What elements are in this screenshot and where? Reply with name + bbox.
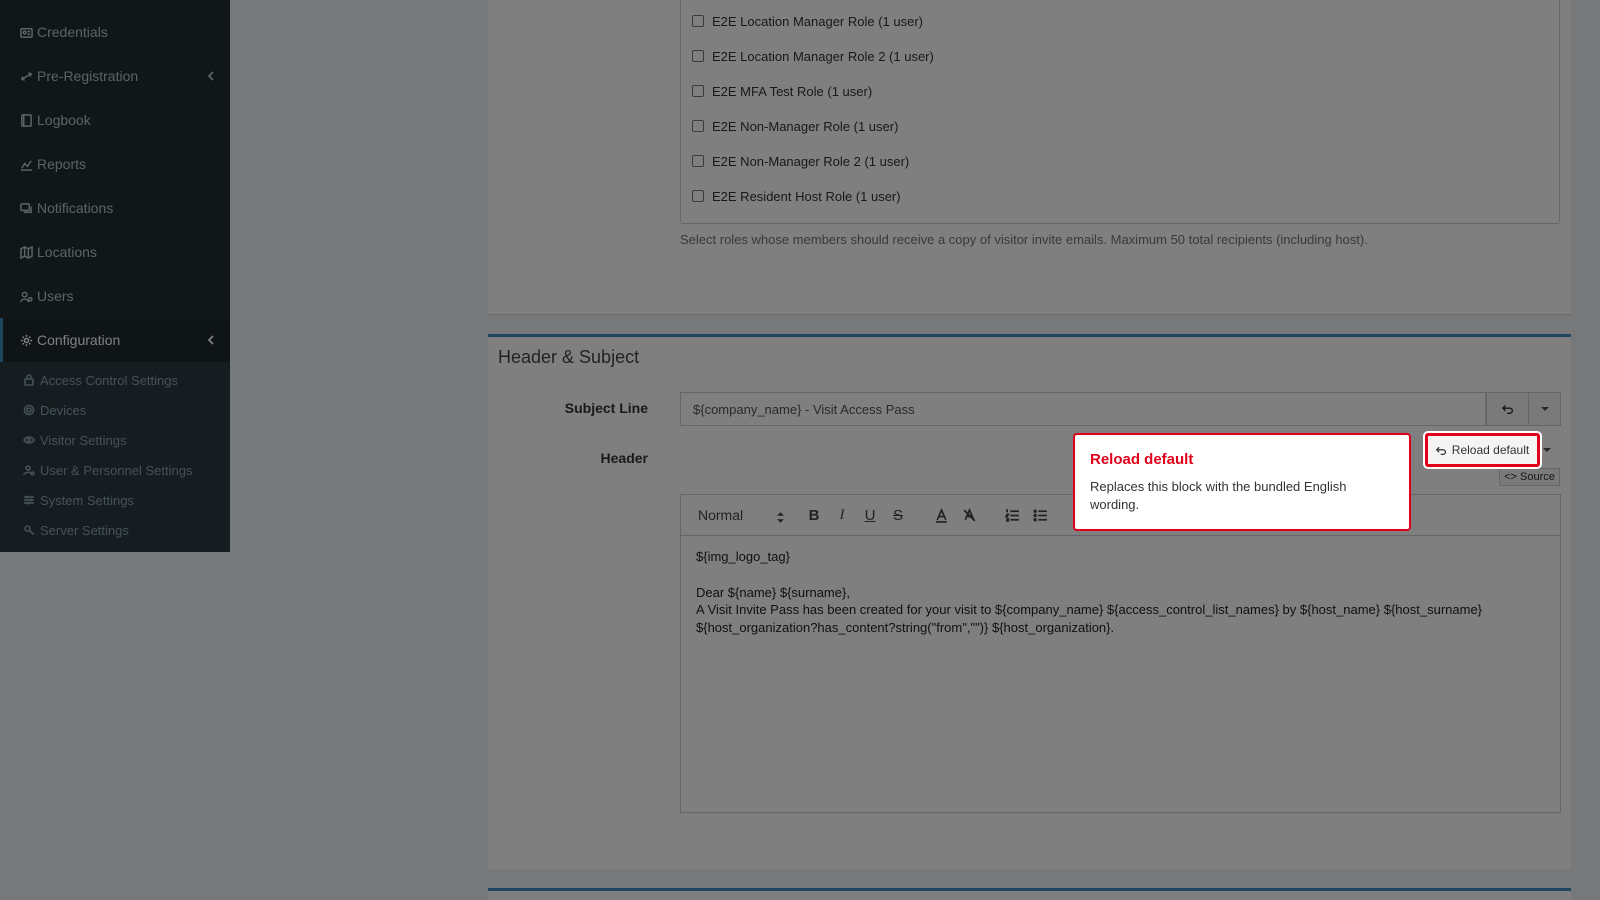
tooltip-text: Replaces this block with the bundled Eng…: [1090, 479, 1347, 512]
tour-tooltip: Reload default Replaces this block with …: [1073, 433, 1411, 531]
tooltip-title: Reload default: [1090, 451, 1194, 468]
reload-default-button[interactable]: Reload default: [1425, 433, 1540, 467]
undo-icon: [1435, 446, 1446, 455]
reload-default-label: Reload default: [1451, 443, 1530, 457]
